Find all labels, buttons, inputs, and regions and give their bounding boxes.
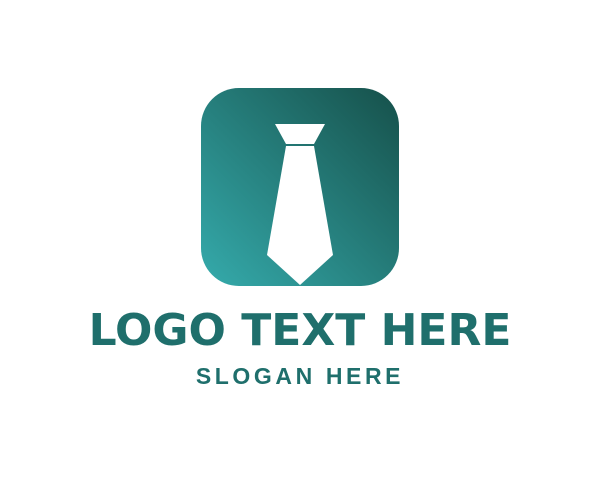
logo-title: LOGO TEXT HERE: [88, 305, 512, 356]
logo-slogan: SLOGAN HERE: [195, 363, 405, 389]
logo-canvas: LOGO TEXT HERE SLOGAN HERE: [0, 0, 600, 480]
logo-icon-tile: [201, 88, 399, 286]
logo-icon-svg: [201, 88, 399, 286]
